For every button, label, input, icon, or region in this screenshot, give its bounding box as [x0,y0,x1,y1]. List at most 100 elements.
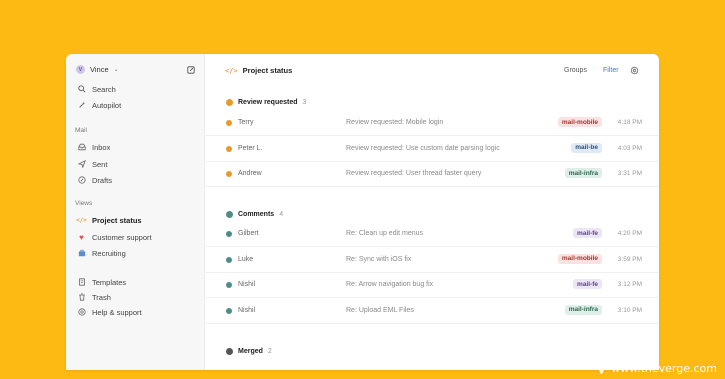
account-switcher[interactable]: V Vince ⌄ [76,65,119,74]
sidebar-item-label: Help & support [92,307,142,317]
code-icon: </> [225,66,238,75]
row-subject: Review requested: User thread faster que… [346,170,482,177]
row-status-icon [226,231,232,237]
sidebar: V Vince ⌄ Search Autopilot Mail Inbox Se… [66,54,205,370]
sidebar-item-label: Sent [92,159,108,169]
sidebar-section-mail: Mail [75,127,87,134]
template-icon [77,278,86,287]
row-status-icon [226,171,232,177]
group-header-merged[interactable]: Merged 2 [226,348,272,355]
sidebar-item-inbox[interactable]: Inbox [77,141,110,153]
table-row[interactable]: Andrew Review requested: User thread fast… [205,163,659,187]
app-window: V Vince ⌄ Search Autopilot Mail Inbox Se… [66,54,659,370]
table-row[interactable]: Nishil Re: Arrow navigation bug fix mail-f… [205,274,659,298]
row-sender: Nishil [238,306,256,314]
row-sender: Luke [238,255,254,263]
row-status-icon [226,282,232,288]
row-sender: Peter L. [238,144,263,152]
row-subject: Re: Arrow navigation bug fix [346,281,434,288]
sidebar-item-drafts[interactable]: Drafts [77,174,112,186]
row-sender: Andrew [238,170,262,177]
sidebar-section-views: Views [75,200,93,207]
group-name: Comments [238,211,275,218]
help-icon [77,308,86,317]
row-tag-badge[interactable]: mail-infra [564,304,602,315]
row-subject: Review requested: Use custom date parsin… [346,144,500,152]
group-status-icon [226,99,233,106]
row-time: 3:59 PM [617,255,642,263]
table-row[interactable]: Nishil Re: Upload EML Files mail-infra 3:10… [205,300,659,324]
row-sender: Nishil [238,281,256,288]
row-tag-badge[interactable]: mail-infra [564,168,602,178]
row-subject: Re: Upload EML Files [346,306,414,314]
sidebar-item-help[interactable]: Help & support [77,306,142,318]
group-count: 3 [302,99,307,106]
group-count: 4 [279,211,284,218]
row-subject: Re: Sync with iOS fix [346,255,412,263]
sidebar-item-search[interactable]: Search [77,83,116,95]
table-row[interactable]: Gilbert Re: Clean up edit menus mail-fe 4:2… [205,223,659,247]
page-title: Project status [242,66,293,75]
row-subject: Re: Clean up edit menus [346,230,424,237]
row-tag-badge[interactable]: mail-mobile [557,253,602,264]
row-subject: Review requested: Mobile login [346,119,444,126]
inbox-icon [77,143,86,152]
sidebar-item-label: Trash [92,292,111,302]
group-status-icon [226,211,233,218]
group-status-icon [226,348,233,355]
sidebar-item-recruiting[interactable]: Recruiting [77,247,126,259]
row-status-icon [226,120,232,126]
watermark-text: www.theverge.com [611,362,717,375]
group-header-comments[interactable]: Comments 4 [226,211,283,218]
row-sender: Terry [238,119,254,126]
sidebar-item-project-status[interactable]: </> Project status [76,214,142,226]
sidebar-item-label: Drafts [92,175,113,185]
sidebar-item-label: Project status [92,215,142,225]
group-name: Merged [238,348,263,355]
sidebar-item-templates[interactable]: Templates [77,276,126,288]
main-panel: </> Project status Groups Filter Review … [205,54,659,370]
autopilot-icon [77,101,86,110]
table-row[interactable]: Peter L. Review requested: Use custom dat… [205,138,659,162]
briefcase-icon [77,249,86,258]
row-status-icon [226,256,232,263]
heart-icon: ♥ [79,232,84,242]
chevron-down-icon: ⌄ [113,67,119,73]
row-tag-badge[interactable]: mail-be [571,142,602,153]
row-time: 4:03 PM [617,144,642,152]
row-time: 3:31 PM [617,170,642,177]
row-status-icon [226,307,232,314]
compose-icon[interactable] [187,66,195,74]
trash-icon [77,293,86,302]
sidebar-item-trash[interactable]: Trash [77,291,111,303]
row-tag-badge[interactable]: mail-fe [573,228,602,238]
watermark: www.theverge.com [596,362,717,375]
sidebar-item-customer-support[interactable]: ♥ Customer support [77,231,152,243]
row-tag-badge[interactable]: mail-mobile [557,117,602,127]
row-status-icon [226,145,232,152]
group-name: Review requested [238,99,298,106]
page-title-wrap: </> Project status [225,66,292,75]
group-count: 2 [267,348,272,355]
sidebar-item-autopilot[interactable]: Autopilot [77,99,121,111]
gear-icon[interactable] [630,66,639,75]
table-row[interactable]: Terry Review requested: Mobile login mail-… [205,112,659,136]
sidebar-item-label: Inbox [92,142,111,152]
toolbar: </> Project status Groups Filter [205,54,659,88]
row-tag-badge[interactable]: mail-fe [573,279,602,289]
account-name: Vince [90,65,109,74]
table-row[interactable]: Luke Re: Sync with iOS fix mail-mobile 3:59… [205,249,659,273]
sidebar-item-label: Autopilot [92,100,122,110]
sidebar-item-sent[interactable]: Sent [77,158,107,170]
sidebar-item-label: Templates [92,277,127,287]
groups-button[interactable]: Groups [564,67,587,74]
filter-button[interactable]: Filter [603,67,619,74]
sidebar-item-label: Customer support [92,232,152,242]
sidebar-item-label: Recruiting [92,248,126,258]
sidebar-item-label: Search [92,84,116,94]
group-header-review-requested[interactable]: Review requested 3 [226,99,306,106]
search-icon [77,85,86,94]
row-time: 3:10 PM [617,306,642,314]
row-sender: Gilbert [238,230,259,237]
verge-logo-icon [596,363,607,374]
